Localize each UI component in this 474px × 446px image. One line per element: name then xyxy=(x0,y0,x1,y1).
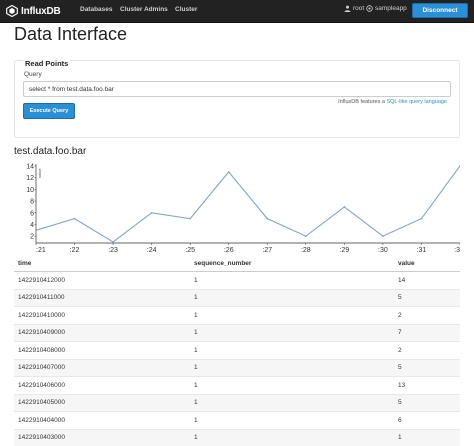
series-line-chart: 2 4 6 8 10 12 14value :21 :22 :23 :24 :25 :26 :27 :28:… xyxy=(26,164,460,254)
current-database-name: sampleapp xyxy=(375,5,407,12)
execute-query-button[interactable]: Execute Query xyxy=(23,103,75,119)
y-tick-label: 10 xyxy=(26,187,34,194)
cell-time: 1422910409000 xyxy=(14,323,190,342)
y-tick-label: 12 xyxy=(26,175,34,182)
results-table: time sequence_number value 1422910412000… xyxy=(14,256,460,446)
cell-time: 1422910404000 xyxy=(14,411,190,429)
cell-value: 7 xyxy=(394,323,460,342)
data-point xyxy=(189,217,192,220)
x-tick-label: :24 xyxy=(147,247,157,254)
current-user-name: root xyxy=(353,5,365,12)
cell-time: 1422910408000 xyxy=(14,341,190,359)
data-point xyxy=(112,241,114,243)
cell-sequence-number: 1 xyxy=(190,306,394,324)
cell-sequence-number: 1 xyxy=(190,393,394,412)
cell-time: 1422910412000 xyxy=(14,271,190,289)
cell-value: 2 xyxy=(394,341,460,359)
sql-like-query-language-link[interactable]: SQL-like query language xyxy=(386,99,447,105)
x-tick-label: :23 xyxy=(108,247,118,254)
y-tick-label: 8 xyxy=(30,199,34,206)
x-tick-label: :26 xyxy=(224,247,234,254)
data-point xyxy=(227,170,230,173)
table-row: 1422910407000 1 5 xyxy=(14,358,460,377)
table-row: 1422910410000 1 2 xyxy=(14,306,460,324)
query-language-hint: InfluxDB features a SQL-like query langu… xyxy=(338,99,447,105)
x-tick-label: :25 xyxy=(185,247,195,254)
x-tick-label: :28 xyxy=(301,247,311,254)
cell-time: 1422910406000 xyxy=(14,376,190,394)
series-title: test.data.foo.bar xyxy=(14,146,87,157)
cell-value: 5 xyxy=(394,358,460,377)
table-row: 1422910408000 1 2 xyxy=(14,341,460,359)
table-row: 1422910411000 1 5 xyxy=(14,288,460,307)
brand-name: InfluxDB xyxy=(21,5,61,17)
column-header-sequence-number[interactable]: sequence_number xyxy=(190,256,394,272)
cell-value: 13 xyxy=(394,376,460,394)
read-points-panel: Read Points Query InfluxDB features a SQ… xyxy=(14,59,460,138)
page-title: Data Interface xyxy=(14,24,128,44)
current-user: root xyxy=(344,5,364,12)
read-points-title: Read Points xyxy=(23,59,71,68)
data-point xyxy=(73,217,76,220)
cell-sequence-number: 1 xyxy=(190,358,394,377)
table-row: 1422910405000 1 5 xyxy=(14,393,460,412)
table-row: 1422910409000 1 7 xyxy=(14,323,460,342)
data-point xyxy=(35,229,37,232)
database-icon xyxy=(366,5,373,12)
y-tick-label: 2 xyxy=(30,234,34,241)
top-navbar: InfluxDB Databases Cluster Admins Cluste… xyxy=(0,0,474,23)
influxdb-logo-icon xyxy=(6,5,18,17)
cell-value: 2 xyxy=(394,306,460,324)
column-header-value[interactable]: value xyxy=(394,256,460,272)
brand-logo[interactable]: InfluxDB xyxy=(6,4,61,18)
column-header-time[interactable]: time xyxy=(14,256,190,272)
data-point xyxy=(343,206,346,208)
table-row: 1422910412000 1 14 xyxy=(14,271,460,289)
disconnect-button[interactable]: Disconnect xyxy=(412,3,468,18)
cell-time: 1422910411000 xyxy=(14,288,190,307)
user-icon xyxy=(344,5,351,12)
data-point xyxy=(150,211,153,214)
cell-value: 14 xyxy=(394,271,460,289)
nav-link-cluster-admins[interactable]: Cluster Admins xyxy=(120,6,168,13)
data-point xyxy=(304,235,307,238)
cell-sequence-number: 1 xyxy=(190,341,394,359)
x-tick-label: :3 xyxy=(454,247,460,254)
cell-sequence-number: 1 xyxy=(190,288,394,307)
cell-value: 5 xyxy=(394,393,460,412)
y-tick-label: 6 xyxy=(30,210,34,217)
cell-time: 1422910405000 xyxy=(14,393,190,412)
nav-link-databases[interactable]: Databases xyxy=(80,6,113,13)
y-tick-label: 14 xyxy=(26,164,34,171)
cell-value: 6 xyxy=(394,411,460,429)
series-line xyxy=(35,165,460,243)
table-header-row: time sequence_number value xyxy=(14,256,460,272)
data-point xyxy=(266,217,269,220)
cell-sequence-number: 1 xyxy=(190,411,394,429)
cell-value: 5 xyxy=(394,288,460,307)
hint-text: InfluxDB features a xyxy=(338,99,385,105)
cell-sequence-number: 1 xyxy=(190,323,394,342)
x-tick-label: :29 xyxy=(339,247,349,254)
x-tick-label: :30 xyxy=(378,247,388,254)
data-point xyxy=(420,217,423,220)
x-tick-label: :22 xyxy=(70,247,80,254)
query-input[interactable] xyxy=(23,81,451,97)
y-tick-label: 4 xyxy=(30,222,34,229)
cell-sequence-number: 1 xyxy=(190,271,394,289)
y-axis-label: value xyxy=(37,168,42,178)
cell-time: 1422910407000 xyxy=(14,358,190,377)
x-tick-label: :31 xyxy=(417,247,427,254)
table-row: 1422910406000 1 13 xyxy=(14,376,460,394)
current-database: sampleapp xyxy=(366,5,407,12)
query-label: Query xyxy=(24,71,42,78)
data-point xyxy=(382,235,384,238)
cell-sequence-number: 1 xyxy=(190,376,394,394)
nav-link-cluster[interactable]: Cluster xyxy=(175,6,197,13)
table-row: 1422910404000 1 6 xyxy=(14,411,460,429)
x-tick-label: :27 xyxy=(262,247,272,254)
x-tick-label: :21 xyxy=(36,247,46,254)
cell-time: 1422910410000 xyxy=(14,306,190,324)
